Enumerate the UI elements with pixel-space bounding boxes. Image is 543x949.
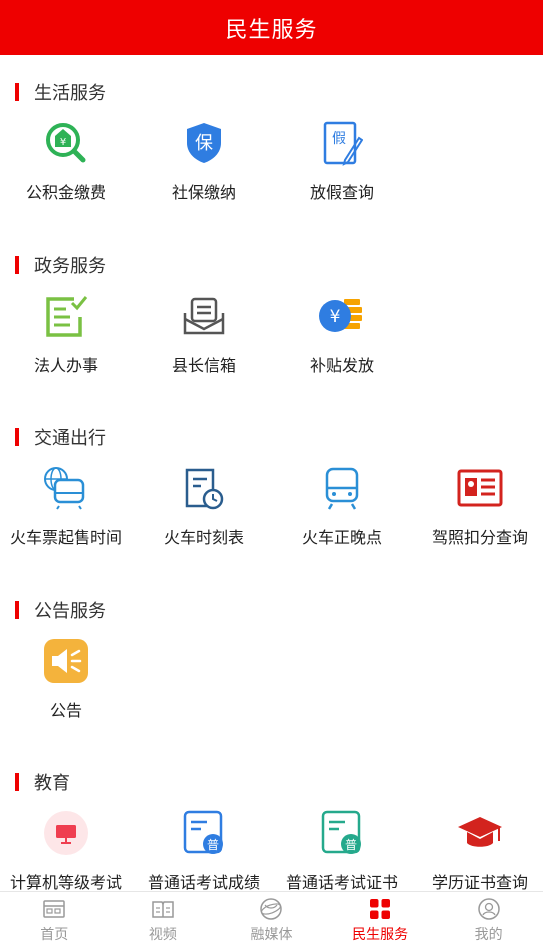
- service-subsidy[interactable]: ¥ 补贴发放: [274, 292, 410, 376]
- section-title-bar: [15, 773, 19, 791]
- section-title-label: 生活服务: [34, 83, 106, 104]
- section-title: 生活服务: [15, 81, 106, 104]
- service-label: 放假查询: [309, 183, 374, 202]
- section-title-label: 交通出行: [34, 428, 106, 449]
- tab-label: 融媒体: [250, 927, 293, 943]
- service-label: 计算机等级考试: [9, 873, 122, 891]
- tab-label: 视频: [148, 927, 177, 943]
- home-icon: [42, 897, 66, 921]
- section-title-label: 公告服务: [34, 601, 106, 622]
- section-title-bar: [15, 428, 19, 446]
- section-title: 交通出行: [15, 426, 106, 449]
- section-title: 政务服务: [15, 254, 106, 277]
- checklist-icon: [42, 292, 90, 340]
- service-license-points[interactable]: 驾照扣分查询: [412, 464, 543, 548]
- service-label: 普通话考试证书: [285, 873, 398, 891]
- service-social-security[interactable]: 保 社保缴纳: [136, 119, 272, 203]
- svg-text:普: 普: [207, 838, 219, 852]
- service-label: 火车时刻表: [163, 528, 244, 547]
- graduation-cap-icon: [456, 809, 504, 857]
- section-title: 教育: [15, 771, 70, 794]
- service-label: 社保缴纳: [171, 183, 236, 202]
- profile-icon: [477, 897, 501, 921]
- tab-services[interactable]: 民生服务: [326, 892, 435, 949]
- service-label: 火车正晚点: [301, 528, 382, 547]
- mandarin-certificate-icon: 普: [318, 809, 366, 857]
- service-label: 法人办事: [33, 356, 98, 375]
- svg-text:假: 假: [332, 131, 346, 147]
- service-mandarin-certificate[interactable]: 普 普通话考试证书: [274, 809, 410, 891]
- svg-text:保: 保: [195, 133, 213, 154]
- train-icon: [318, 464, 366, 512]
- section-title: 公告服务: [15, 599, 106, 622]
- service-label: 公积金缴费: [25, 183, 106, 202]
- service-mandarin-score[interactable]: 普 普通话考试成绩: [136, 809, 272, 891]
- section-title-bar: [15, 83, 19, 101]
- service-train-ticket-time[interactable]: 火车票起售时间: [0, 464, 134, 548]
- section-title-label: 政务服务: [34, 256, 106, 277]
- social-security-shield-icon: 保: [180, 119, 228, 167]
- housing-fund-icon: ¥: [42, 119, 90, 167]
- service-label: 火车票起售时间: [9, 528, 122, 547]
- driver-license-icon: [456, 464, 504, 512]
- bottom-tab-bar: 首页 视频 融媒体 民生服务 我的: [0, 891, 543, 949]
- service-housing-fund[interactable]: ¥ 公积金缴费: [0, 119, 134, 203]
- service-announcement[interactable]: 公告: [0, 637, 134, 721]
- tab-label: 首页: [40, 927, 69, 943]
- service-train-timetable[interactable]: 火车时刻表: [136, 464, 272, 548]
- page-title: 民生服务: [225, 17, 318, 43]
- service-diploma-query[interactable]: 学历证书查询: [412, 809, 543, 891]
- tab-video[interactable]: 视频: [109, 892, 218, 949]
- services-grid-icon: [368, 897, 392, 921]
- tab-label: 我的: [474, 927, 503, 943]
- video-icon: [151, 897, 175, 921]
- tab-label: 民生服务: [352, 927, 409, 943]
- tab-media[interactable]: 融媒体: [217, 892, 326, 949]
- computer-icon: [42, 809, 90, 857]
- svg-text:普: 普: [345, 838, 357, 852]
- mandarin-score-icon: 普: [180, 809, 228, 857]
- section-title-label: 教育: [34, 773, 70, 794]
- tab-profile[interactable]: 我的: [434, 892, 543, 949]
- service-legal-person[interactable]: 法人办事: [0, 292, 134, 376]
- service-county-mailbox[interactable]: 县长信箱: [136, 292, 272, 376]
- app-header: 民生服务: [0, 0, 543, 55]
- media-icon: [259, 897, 283, 921]
- tab-home[interactable]: 首页: [0, 892, 109, 949]
- section-title-bar: [15, 256, 19, 274]
- speaker-icon: [42, 637, 90, 685]
- svg-text:¥: ¥: [330, 307, 341, 327]
- timetable-clock-icon: [180, 464, 228, 512]
- service-label: 公告: [49, 701, 82, 720]
- service-train-delay[interactable]: 火车正晚点: [274, 464, 410, 548]
- holiday-document-icon: 假: [318, 119, 366, 167]
- service-holiday-query[interactable]: 假 放假查询: [274, 119, 410, 203]
- service-label: 县长信箱: [171, 356, 236, 375]
- service-label: 普通话考试成绩: [147, 873, 260, 891]
- services-content[interactable]: 生活服务 ¥ 公积金缴费 保 社保缴纳 假 放假查询 政务服务 法人办事 县长信…: [0, 55, 543, 891]
- section-title-bar: [15, 601, 19, 619]
- service-label: 驾照扣分查询: [431, 528, 528, 547]
- service-label: 补贴发放: [309, 356, 374, 375]
- service-computer-exam[interactable]: 计算机等级考试: [0, 809, 134, 891]
- mailbox-icon: [180, 292, 228, 340]
- subsidy-coin-icon: ¥: [318, 292, 366, 340]
- service-label: 学历证书查询: [431, 873, 528, 891]
- train-globe-icon: [42, 464, 90, 512]
- svg-text:¥: ¥: [60, 137, 66, 148]
